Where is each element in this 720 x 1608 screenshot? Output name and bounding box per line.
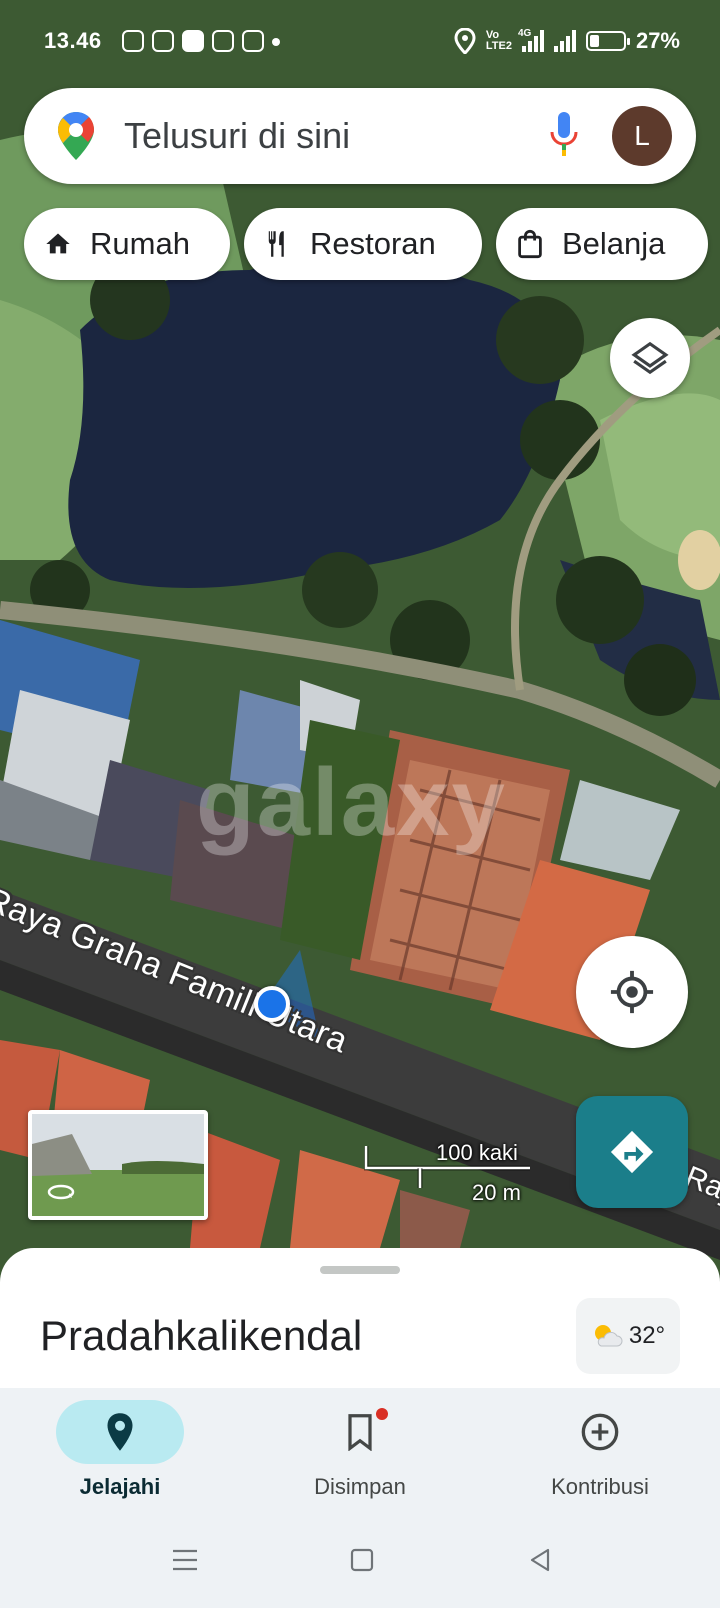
messages-icon <box>182 30 204 52</box>
street-view-thumbnail[interactable] <box>28 1110 208 1220</box>
status-right: Vo LTE2 4G 27% <box>454 28 680 54</box>
nav-label: Kontribusi <box>551 1474 649 1499</box>
signal-sim1-icon: 4G <box>518 28 544 52</box>
chip-shopping[interactable]: Belanja <box>496 208 708 280</box>
account-avatar[interactable]: L <box>612 106 672 166</box>
status-time: 13.46 <box>44 28 102 53</box>
status-bar: 13.46 Vo LTE2 4G 27% <box>0 0 720 84</box>
nav-label: Disimpan <box>314 1474 406 1499</box>
sheet-drag-handle[interactable] <box>320 1266 400 1274</box>
scale-metric: 20 m <box>472 1180 521 1205</box>
menu-icon[interactable] <box>172 1548 198 1572</box>
chip-label: Belanja <box>562 226 666 261</box>
more-notifications-icon <box>272 38 280 46</box>
instagram-icon <box>122 30 144 52</box>
battery-icon <box>585 31 630 51</box>
microphone-icon[interactable] <box>550 110 578 160</box>
calendar-icon <box>242 30 264 52</box>
place-sheet[interactable]: Pradahkalikendal 32° <box>0 1248 720 1388</box>
current-location-dot <box>254 986 290 1022</box>
add-circle-icon <box>581 1413 619 1451</box>
home-square-icon[interactable] <box>350 1548 374 1572</box>
rotate-360-icon <box>47 1184 75 1200</box>
signal-sim2-icon <box>553 30 576 52</box>
chip-label: Rumah <box>90 226 190 261</box>
chip-home[interactable]: Rumah <box>24 208 230 280</box>
scale-imperial: 100 kaki <box>436 1140 518 1165</box>
back-triangle-icon[interactable] <box>528 1548 552 1572</box>
bottom-navigation: Jelajahi Disimpan Kontribusi <box>0 1388 720 1518</box>
partly-sunny-icon <box>594 1325 623 1347</box>
nav-explore[interactable]: Jelajahi <box>0 1388 240 1518</box>
bookmark-icon <box>348 1414 372 1451</box>
chip-label: Restoran <box>310 226 436 261</box>
notification-dot <box>376 1408 388 1420</box>
map-scale: 100 kaki 20 m <box>364 1140 534 1205</box>
location-pin-icon <box>454 28 476 54</box>
nav-label: Jelajahi <box>79 1474 161 1499</box>
instagram-icon <box>152 30 174 52</box>
notification-icons <box>122 30 280 52</box>
google-maps-logo-icon <box>58 112 94 160</box>
search-bar[interactable]: L <box>24 88 696 184</box>
weather-chip[interactable]: 32° <box>576 1298 680 1374</box>
nav-contribute[interactable]: Kontribusi <box>480 1388 720 1518</box>
crosshair-location-icon <box>610 970 654 1014</box>
nav-saved[interactable]: Disimpan <box>240 1388 480 1518</box>
explore-pin-icon <box>107 1413 133 1451</box>
directions-button[interactable] <box>576 1096 688 1208</box>
watermark-text: galaxy <box>196 749 507 856</box>
shopping-bag-icon <box>518 229 542 259</box>
place-title: Pradahkalikendal <box>40 1312 363 1359</box>
my-location-button[interactable] <box>576 936 688 1048</box>
calendar-icon <box>212 30 234 52</box>
weather-temperature: 32° <box>628 1322 666 1349</box>
directions-icon <box>610 1130 654 1174</box>
battery-percent: 27% <box>635 28 680 53</box>
layers-icon <box>631 341 669 375</box>
system-navigation-bar <box>0 1518 720 1608</box>
layers-button[interactable] <box>610 318 690 398</box>
volte-label: Vo LTE2 <box>485 29 512 52</box>
chip-restaurants[interactable]: Restoran <box>244 208 482 280</box>
search-input[interactable] <box>124 114 524 158</box>
restaurant-icon <box>268 231 284 257</box>
home-icon <box>46 233 70 254</box>
